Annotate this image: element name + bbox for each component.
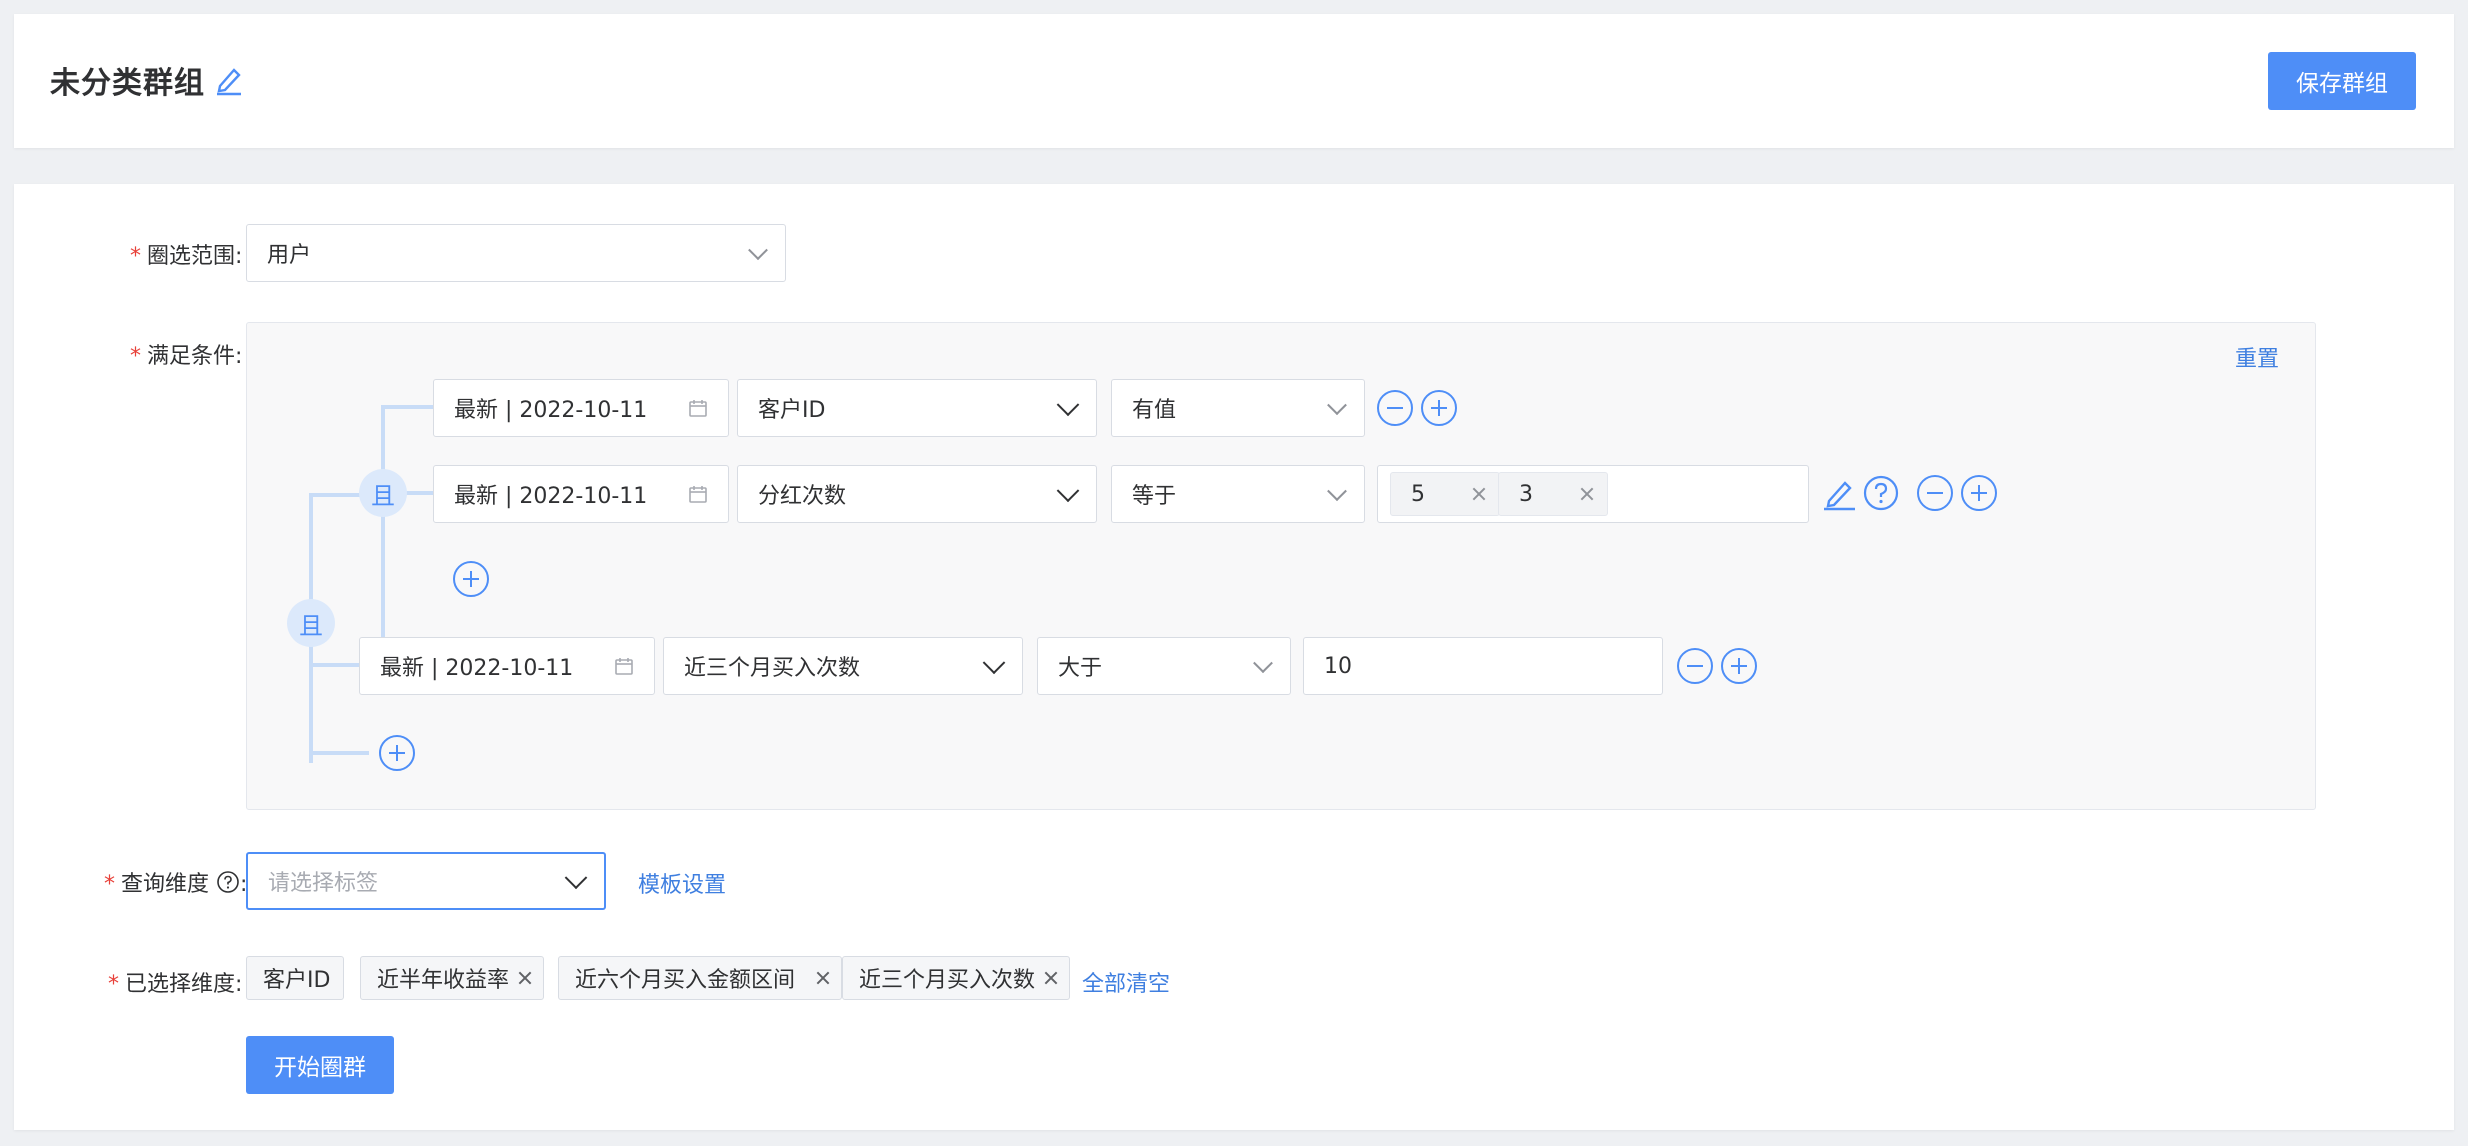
scope-label: * 圈选范围: xyxy=(130,244,243,269)
remove-condition-button[interactable] xyxy=(1917,475,1953,511)
dimension-select[interactable]: 请选择标签 xyxy=(246,852,606,910)
calendar-icon xyxy=(615,658,633,675)
remove-condition-button[interactable] xyxy=(1377,390,1413,426)
edit-title-icon[interactable] xyxy=(214,64,244,96)
chevron-down-icon xyxy=(1327,481,1347,502)
scope-select[interactable]: 用户 xyxy=(246,224,786,282)
tree-line xyxy=(381,405,385,661)
close-icon[interactable] xyxy=(517,970,533,986)
value-input[interactable]: 10 xyxy=(1303,637,1663,695)
dimension-label: * 查询维度 : xyxy=(104,870,248,897)
date-picker[interactable]: 最新 | 2022-10-11 xyxy=(433,379,729,437)
add-outer-condition-button[interactable] xyxy=(379,735,415,771)
date-picker[interactable]: 最新 | 2022-10-11 xyxy=(433,465,729,523)
calendar-icon xyxy=(689,400,707,417)
chevron-down-icon xyxy=(1327,395,1347,416)
chevron-down-icon xyxy=(982,651,1006,675)
value-tag: 5 xyxy=(1390,472,1500,516)
field-select[interactable]: 近三个月买入次数 xyxy=(663,637,1023,695)
chevron-down-icon xyxy=(748,240,768,261)
header-card: 未分类群组 保存群组 xyxy=(14,14,2454,148)
edit-icon[interactable] xyxy=(1821,475,1857,511)
reset-link[interactable]: 重置 xyxy=(2235,341,2279,373)
add-condition-button[interactable] xyxy=(1421,390,1457,426)
and-operator-outer[interactable]: 且 xyxy=(287,599,335,647)
remove-condition-button[interactable] xyxy=(1677,648,1713,684)
chevron-down-icon xyxy=(1056,479,1080,503)
add-condition-button[interactable] xyxy=(1721,648,1757,684)
chevron-down-icon xyxy=(1253,653,1273,674)
selected-label: * 已选择维度: xyxy=(108,972,243,997)
template-settings-link[interactable]: 模板设置 xyxy=(638,867,726,899)
save-group-button[interactable]: 保存群组 xyxy=(2268,52,2416,110)
chevron-down-icon xyxy=(564,866,588,890)
calendar-icon xyxy=(689,486,707,503)
add-condition-button[interactable] xyxy=(1961,475,1997,511)
close-icon[interactable] xyxy=(815,970,831,986)
dimension-chip: 客户ID xyxy=(246,956,344,1000)
dimension-chip: 近三个月买入次数 xyxy=(842,956,1070,1000)
page-title: 未分类群组 xyxy=(50,66,205,101)
field-select[interactable]: 客户ID xyxy=(737,379,1097,437)
operator-select[interactable]: 有值 xyxy=(1111,379,1365,437)
help-icon[interactable] xyxy=(1863,475,1899,511)
operator-select[interactable]: 大于 xyxy=(1037,637,1291,695)
dimension-chip: 近半年收益率 xyxy=(360,956,544,1000)
tree-line xyxy=(381,405,441,409)
and-operator-inner[interactable]: 且 xyxy=(359,469,407,517)
close-icon[interactable] xyxy=(1471,486,1487,502)
add-inner-condition-button[interactable] xyxy=(453,561,489,597)
start-button[interactable]: 开始圈群 xyxy=(246,1036,394,1094)
help-icon[interactable] xyxy=(216,870,240,894)
conditions-label: * 满足条件: xyxy=(130,344,243,369)
date-picker[interactable]: 最新 | 2022-10-11 xyxy=(359,637,655,695)
operator-select[interactable]: 等于 xyxy=(1111,465,1365,523)
dimension-chip: 近六个月买入金额区间 xyxy=(558,956,842,1000)
close-icon[interactable] xyxy=(1579,486,1595,502)
chevron-down-icon xyxy=(1056,393,1080,417)
field-select[interactable]: 分红次数 xyxy=(737,465,1097,523)
value-multi-input[interactable]: 5 3 xyxy=(1377,465,1809,523)
clear-all-link[interactable]: 全部清空 xyxy=(1082,966,1170,998)
tree-line xyxy=(309,751,369,755)
conditions-panel: 重置 且 且 最新 | 2022-10-11 客户ID 有值 最新 | 2022… xyxy=(246,322,2316,810)
close-icon[interactable] xyxy=(1043,970,1059,986)
scope-value: 用户 xyxy=(267,243,312,268)
form-card: * 圈选范围: 用户 * 满足条件: 重置 且 且 最新 | 2022-10-11 … xyxy=(14,184,2454,1130)
value-tag: 3 xyxy=(1498,472,1608,516)
